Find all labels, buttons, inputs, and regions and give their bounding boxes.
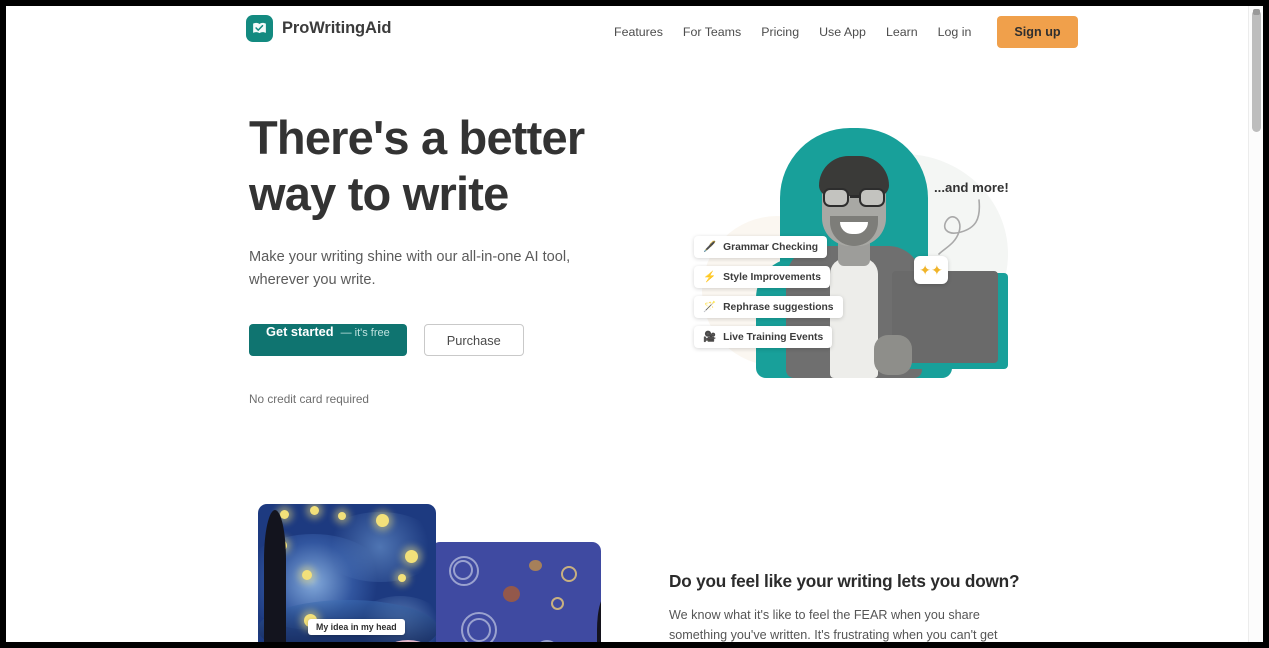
starry-star	[376, 514, 389, 527]
starry-star	[338, 512, 346, 520]
get-started-sublabel: — it's free	[340, 327, 390, 339]
starry-star	[310, 506, 319, 515]
magic-wand-icon: 🪄	[703, 300, 717, 313]
page-content: ProWritingAid Features For Teams Pricing…	[6, 6, 1248, 642]
sign-up-button[interactable]: Sign up	[997, 15, 1078, 48]
scrollbar-thumb[interactable]	[1252, 10, 1261, 132]
sketch-spiral	[453, 560, 473, 580]
hero-title-line-2: way to write	[249, 167, 509, 220]
starry-star	[398, 574, 406, 582]
nav-link-for-teams[interactable]: For Teams	[673, 19, 751, 45]
sketch-star	[529, 560, 542, 571]
feature-pill-list: 🖋️ Grammar Checking ⚡ Style Improvements…	[694, 236, 884, 348]
feature-pill-rephrase-suggestions: 🪄 Rephrase suggestions	[694, 296, 843, 318]
hero-cta-group: Get started — it's free Purchase	[249, 324, 609, 356]
video-camera-icon: 🎥	[703, 330, 717, 343]
starry-star	[280, 510, 289, 519]
brand-logo[interactable]: ProWritingAid	[246, 15, 391, 42]
reality-sketch-panel	[431, 542, 601, 642]
starry-star	[405, 550, 418, 563]
starry-star	[302, 570, 312, 580]
hero-subtitle: Make your writing shine with our all-in-…	[249, 249, 571, 288]
hero-title-line-1: There's a better	[249, 111, 585, 164]
lightning-bolt-icon: ⚡	[703, 270, 717, 283]
sketch-spiral	[561, 566, 577, 582]
feature-pill-live-training-events: 🎥 Live Training Events	[694, 326, 833, 348]
feather-pen-icon: 🖋️	[703, 240, 717, 253]
starry-night-image: My idea in my head	[258, 504, 436, 642]
section2-body: We know what it's like to feel the FEAR …	[669, 608, 998, 642]
curly-arrow-icon	[938, 199, 981, 255]
main-nav: Features For Teams Pricing Use App Learn…	[604, 6, 1078, 57]
and-more-label: ...and more!	[934, 180, 1009, 195]
feature-pill-label: Rephrase suggestions	[723, 301, 834, 313]
nav-link-log-in[interactable]: Log in	[928, 19, 982, 45]
nav-link-learn[interactable]: Learn	[876, 19, 928, 45]
sketch-spiral	[535, 640, 559, 642]
hero-title: There's a better way to write	[249, 110, 609, 222]
laptop	[874, 271, 1008, 375]
section2-title: Do you feel like your writing lets you d…	[669, 571, 1020, 591]
sketch-cypress	[597, 594, 601, 642]
sketch-spiral	[551, 597, 564, 610]
nav-link-features[interactable]: Features	[604, 19, 673, 45]
pwa-book-check-icon	[246, 15, 273, 42]
page-viewport: ProWritingAid Features For Teams Pricing…	[6, 6, 1263, 642]
glasses-icon	[822, 188, 886, 208]
nav-link-use-app[interactable]: Use App	[809, 19, 876, 45]
site-header: ProWritingAid Features For Teams Pricing…	[6, 6, 1248, 57]
sketch-star	[503, 586, 520, 602]
feature-pill-label: Grammar Checking	[723, 241, 819, 253]
no-credit-card-note: No credit card required	[249, 392, 369, 406]
feature-pill-label: Style Improvements	[723, 271, 821, 283]
glasses-lens-left	[823, 188, 849, 207]
get-started-label: Get started	[266, 324, 334, 339]
idea-vs-reality-illustration: My idea in my head	[251, 504, 601, 642]
glasses-bridge	[850, 195, 859, 198]
hero-section: There's a better way to write Make your …	[249, 110, 609, 406]
get-started-button[interactable]: Get started — it's free	[249, 324, 407, 356]
feature-pill-style-improvements: ⚡ Style Improvements	[694, 266, 830, 288]
scrollbar-thumb-cap[interactable]	[1253, 9, 1260, 15]
hero-illustration: ✦✦ ...and more! 🖋️ Grammar Checking ⚡ St…	[666, 106, 1016, 396]
glasses-lens-right	[859, 188, 885, 207]
idea-caption: My idea in my head	[308, 619, 405, 635]
purchase-button[interactable]: Purchase	[423, 324, 524, 356]
starry-cypress	[264, 510, 286, 642]
browser-window: ProWritingAid Features For Teams Pricing…	[0, 0, 1269, 648]
page-scrollbar[interactable]	[1248, 6, 1263, 642]
feature-pill-label: Live Training Events	[723, 331, 824, 343]
sketch-spiral	[467, 618, 491, 642]
writing-lets-you-down-section: Do you feel like your writing lets you d…	[669, 571, 1020, 642]
feature-pill-grammar-checking: 🖋️ Grammar Checking	[694, 236, 828, 258]
nav-link-pricing[interactable]: Pricing	[751, 19, 809, 45]
brand-name: ProWritingAid	[282, 19, 392, 37]
